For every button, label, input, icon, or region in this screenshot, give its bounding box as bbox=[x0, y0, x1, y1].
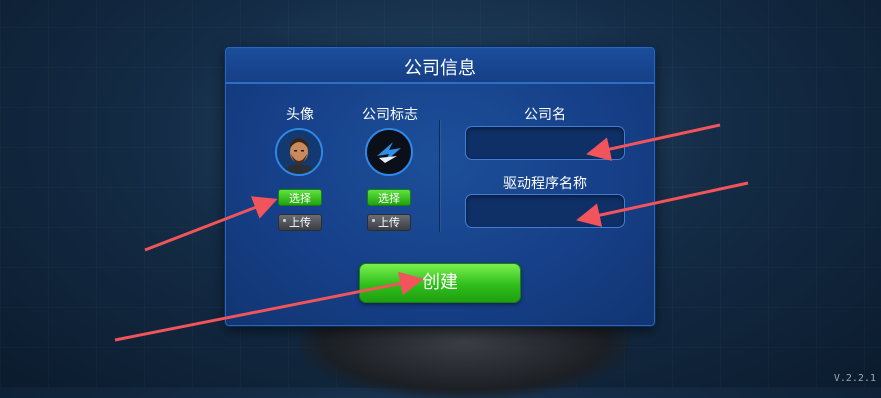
create-button[interactable]: 创建 bbox=[359, 263, 521, 303]
upload-dot-icon bbox=[283, 219, 286, 222]
driver-name-label: 驱动程序名称 bbox=[503, 176, 587, 192]
avatar-upload-button[interactable]: 上传 bbox=[278, 214, 322, 231]
logo-label: 公司标志 bbox=[362, 107, 418, 123]
avatar-select-button[interactable]: 选择 bbox=[278, 189, 322, 206]
version-label: V.2.2.1 bbox=[833, 373, 876, 384]
driver-name-input[interactable] bbox=[465, 194, 625, 228]
panel-header: 公司信息 bbox=[226, 48, 654, 84]
company-name-label: 公司名 bbox=[524, 107, 566, 123]
driver-avatar-icon bbox=[277, 130, 321, 174]
column-divider bbox=[439, 120, 440, 232]
logo-upload-button[interactable]: 上传 bbox=[367, 214, 411, 231]
company-logo-image[interactable] bbox=[365, 128, 413, 176]
upload-dot-icon bbox=[372, 219, 375, 222]
company-logo-icon bbox=[367, 130, 411, 174]
panel-title: 公司信息 bbox=[404, 58, 476, 79]
avatar-label: 头像 bbox=[286, 107, 314, 123]
logo-select-button[interactable]: 选择 bbox=[367, 189, 411, 206]
company-name-input[interactable] bbox=[465, 126, 625, 160]
background-car bbox=[300, 318, 630, 398]
avatar-upload-label: 上传 bbox=[289, 216, 311, 229]
avatar-image[interactable] bbox=[275, 128, 323, 176]
logo-upload-label: 上传 bbox=[378, 216, 400, 229]
